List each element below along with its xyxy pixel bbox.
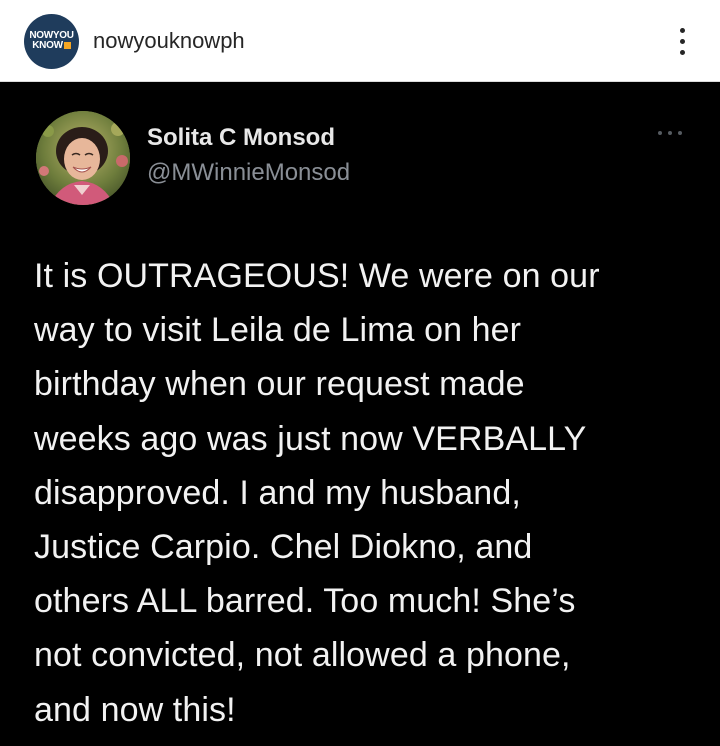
account-avatar[interactable]: NOWYOU KNOW	[24, 14, 79, 69]
tweet-text-line: not convicted, not allowed a phone,	[34, 636, 571, 675]
tweet-body: It is OUTRAGEOUS! We were on our way to …	[34, 249, 704, 737]
tweet-text-line: disapproved. I and my husband,	[34, 473, 521, 512]
tweet-text-line: birthday when our request made	[34, 365, 525, 404]
tweet-author-avatar	[36, 111, 130, 205]
horizontal-ellipsis-icon	[658, 131, 688, 139]
tweet-author-name: Solita C Monsod	[147, 124, 335, 151]
vertical-ellipsis-icon[interactable]	[672, 22, 692, 62]
portrait-photo	[36, 111, 130, 205]
account-username[interactable]: nowyouknowph	[93, 28, 245, 54]
tweet-text-line: Justice Carpio. Chel Diokno, and	[34, 528, 533, 567]
tweet-author-handle: @MWinnieMonsod	[147, 159, 351, 186]
account-logo-line2: KNOW	[24, 41, 79, 51]
tweet-text-line: way to visit Leila de Lima on her	[34, 311, 522, 350]
tweet-text-line: It is OUTRAGEOUS! We were on our	[34, 257, 600, 295]
tweet-text-line: others ALL barred. Too much! She’s	[34, 582, 576, 621]
post-header: NOWYOU KNOW nowyouknowph	[0, 0, 720, 82]
tweet-text-line: and now this!	[34, 690, 236, 729]
tweet-text-line: weeks ago was just now VERBALLY	[34, 419, 587, 458]
